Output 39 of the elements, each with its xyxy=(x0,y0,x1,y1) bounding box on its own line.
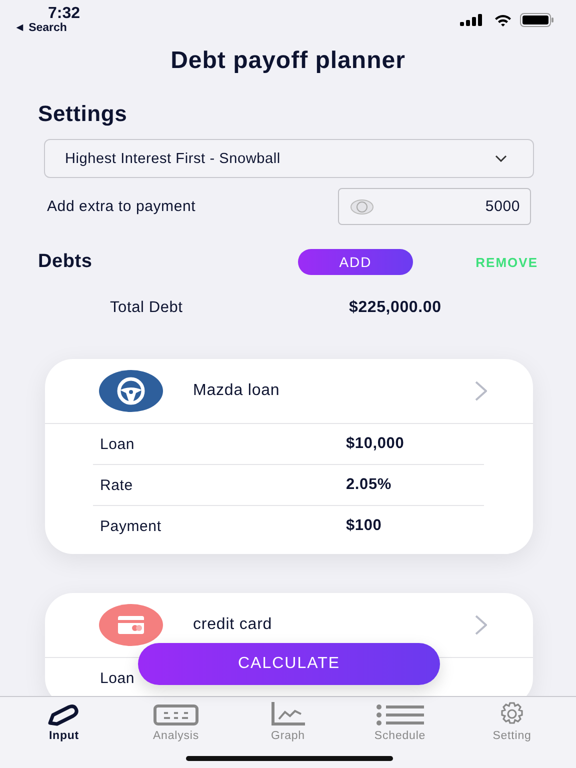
chevron-right-icon xyxy=(475,381,487,401)
debt-name: credit card xyxy=(193,616,272,634)
debt-card[interactable]: Mazda loan Loan $10,000 Rate 2.05% Payment $100 xyxy=(45,359,533,554)
line-chart-icon xyxy=(271,702,305,726)
debt-name: Mazda loan xyxy=(193,382,280,400)
section-heading: Settings xyxy=(38,101,128,127)
pencil-icon xyxy=(47,704,81,726)
section-heading: Debts xyxy=(38,251,94,273)
tab-item[interactable]: Schedule xyxy=(350,702,450,742)
field-label: Add extra to payment xyxy=(47,198,196,215)
status-time: 7:32 xyxy=(48,5,80,22)
total-label: Total Debt xyxy=(110,299,184,317)
tab-item[interactable]: Graph xyxy=(238,702,338,742)
battery-icon xyxy=(520,13,554,27)
coin-icon xyxy=(350,199,374,215)
row-label: Payment xyxy=(100,518,162,534)
chevron-right-icon xyxy=(475,615,487,635)
row-label: Rate xyxy=(100,476,133,494)
wifi-icon xyxy=(494,14,512,26)
strategy-dropdown[interactable]: Highest Interest First - Snowball xyxy=(44,139,534,178)
row-value: $10,000 xyxy=(346,435,404,453)
back-link[interactable]: ◄ Search xyxy=(14,22,67,35)
page-title: Debt payoff planner xyxy=(170,47,406,75)
keyboard-icon xyxy=(153,704,199,726)
row-value: $100 xyxy=(346,517,382,535)
chevron-down-icon xyxy=(495,155,507,162)
row-label: Loan xyxy=(100,436,135,452)
row-label: Loan xyxy=(100,670,135,686)
add-button[interactable]: ADD xyxy=(298,249,413,275)
tab-item[interactable]: Setting xyxy=(462,702,562,742)
steering-wheel-icon xyxy=(116,376,146,406)
credit-card-icon xyxy=(117,615,145,635)
total-value: $225,000.00 xyxy=(349,299,442,317)
tab-item[interactable]: Input xyxy=(14,702,114,742)
tab-item[interactable]: Analysis xyxy=(126,702,226,742)
extra-payment-field[interactable]: 5000 xyxy=(338,188,531,225)
row-value: 2.05% xyxy=(346,476,392,494)
list-icon xyxy=(376,704,424,726)
calculate-button[interactable]: CALCULATE xyxy=(138,643,440,685)
